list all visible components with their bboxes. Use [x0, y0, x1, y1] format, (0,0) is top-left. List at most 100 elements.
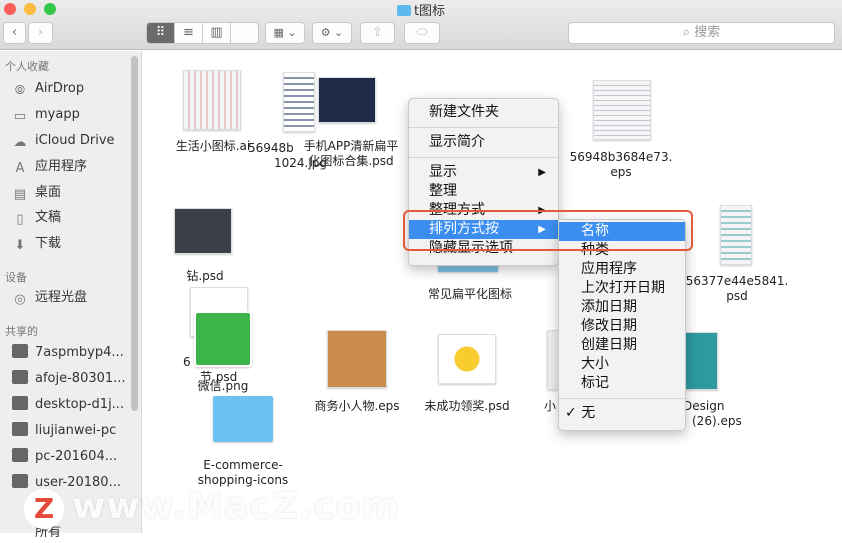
menu-item-new-folder[interactable]: 新建文件夹	[409, 103, 558, 122]
sidebar-item-shared[interactable]: pc-201604...	[12, 447, 117, 467]
menu-separator	[409, 127, 558, 128]
sidebar-item-myapp[interactable]: ▭ myapp	[12, 105, 80, 125]
checkmark-icon: ✓	[565, 405, 577, 421]
file-thumbnail[interactable]	[438, 334, 496, 384]
file-item[interactable]: 微信.png	[185, 379, 261, 394]
coverflow-view-button[interactable]: ▯	[147, 43, 175, 44]
folder-icon[interactable]	[213, 396, 273, 442]
file-item[interactable]: 56377e44e5841. psd	[682, 274, 792, 304]
desktop-icon: ▤	[13, 187, 27, 202]
file-item[interactable]: Design (26).eps	[683, 399, 753, 429]
sort-by-date-last-opened[interactable]: 上次打开日期	[559, 279, 685, 298]
airdrop-icon: ⦾	[14, 83, 26, 98]
annotation-highlight-box	[403, 210, 693, 251]
sidebar-item-label: 文稿	[35, 210, 62, 225]
file-name: 商务小人物.eps	[314, 399, 400, 413]
back-button[interactable]: ‹	[3, 22, 26, 44]
file-name: 生活小图标.ai	[175, 139, 251, 153]
sort-by-date-created[interactable]: 创建日期	[559, 336, 685, 355]
sidebar-item-label: iCloud Drive	[35, 133, 115, 148]
file-item[interactable]: 未成功领奖.psd	[410, 399, 524, 414]
sidebar-item-label: myapp	[35, 107, 80, 122]
column-view-button[interactable]: ▥	[203, 23, 231, 43]
file-name: (26).eps	[692, 414, 742, 428]
menu-separator	[559, 398, 685, 399]
file-name: 钻.psd	[186, 269, 224, 283]
disc-icon: ◎	[14, 292, 26, 307]
share-button[interactable]: ⇧	[360, 22, 395, 44]
favorites-header: 个人收藏	[5, 60, 49, 73]
folder-icon: ▭	[13, 109, 27, 124]
sidebar-item-label: 远程光盘	[35, 290, 88, 305]
search-icon: ⌕	[682, 25, 691, 40]
file-thumbnail[interactable]	[283, 72, 315, 132]
search-placeholder: 搜索	[694, 25, 721, 40]
sort-by-application[interactable]: 应用程序	[559, 260, 685, 279]
sidebar-item-desktop[interactable]: ▤ 桌面	[12, 183, 61, 203]
sort-by-size[interactable]: 大小	[559, 355, 685, 374]
applications-icon: A	[15, 161, 25, 176]
file-item[interactable]: 商务小人物.eps	[300, 399, 414, 414]
sidebar-item-shared[interactable]: afoje-80301...	[12, 369, 126, 389]
sidebar-item-icloud-drive[interactable]: ☁ iCloud Drive	[12, 131, 115, 151]
file-item[interactable]: 56948b3684e73. eps	[565, 150, 677, 180]
file-name: 小	[543, 399, 556, 413]
search-input[interactable]: ⌕ 搜索	[568, 22, 835, 44]
icon-view-button[interactable]: ⠿	[147, 23, 175, 43]
sidebar-item-downloads[interactable]: ⬇ 下载	[12, 234, 61, 254]
menu-label: 无	[581, 405, 596, 421]
action-gear-button[interactable]: ⚙ ⌄	[312, 22, 352, 44]
sidebar-item-shared[interactable]: 7aspmbyp4...	[12, 343, 124, 363]
computer-icon	[12, 448, 28, 462]
watermark: Z www.MacZ.com	[0, 484, 842, 533]
file-name: psd	[726, 289, 748, 303]
file-thumbnail[interactable]	[183, 70, 241, 130]
sidebar-item-remote-disc[interactable]: ◎ 远程光盘	[12, 288, 87, 308]
forward-button[interactable]: ›	[28, 22, 53, 44]
title-bar: t图标 ‹ › ⠿ ≡ ▥ ▯ ▦ ⌄ ⚙ ⌄ ⇧ ⬭ ⌕ 搜索	[0, 0, 842, 50]
sidebar-scrollbar[interactable]	[131, 56, 138, 411]
computer-icon	[12, 422, 28, 436]
file-name: 未成功领奖.psd	[424, 399, 510, 413]
file-item[interactable]: 常见扁平化图标	[410, 287, 530, 302]
file-item[interactable]: 生活小图标.ai	[168, 139, 258, 154]
sort-by-tags[interactable]: 标记	[559, 374, 685, 393]
sidebar-item-applications[interactable]: A 应用程序	[12, 157, 87, 177]
file-thumbnail[interactable]	[593, 80, 651, 140]
file-thumbnail[interactable]	[327, 330, 387, 388]
wechat-thumbnail[interactable]	[194, 311, 252, 367]
tag-button[interactable]: ⬭	[404, 22, 440, 44]
file-thumbnail[interactable]	[683, 332, 718, 390]
sidebar-item-airdrop[interactable]: ⦾ AirDrop	[12, 79, 84, 99]
sidebar-item-shared[interactable]: desktop-d1j...	[12, 395, 124, 415]
list-view-button[interactable]: ≡	[175, 23, 203, 43]
sort-by-date-modified[interactable]: 修改日期	[559, 317, 685, 336]
sidebar-item-label: 应用程序	[35, 159, 88, 174]
file-name: 6	[183, 355, 191, 369]
file-thumbnail[interactable]	[720, 205, 752, 265]
shared-header: 共享的	[5, 325, 38, 338]
menu-item-clean-up[interactable]: 整理	[409, 182, 558, 201]
menu-item-view[interactable]: 显示 ▶	[409, 163, 558, 182]
file-item[interactable]: 小	[543, 399, 557, 414]
cloud-icon: ☁	[13, 135, 27, 150]
file-name: 手机APP清新扁平	[303, 139, 399, 153]
file-thumbnail[interactable]	[318, 77, 376, 123]
file-item[interactable]: 钻.psd	[170, 269, 240, 284]
sidebar-item-label: 桌面	[35, 185, 62, 200]
sidebar-item-label: desktop-d1j...	[35, 397, 125, 412]
menu-label: 显示	[429, 164, 457, 180]
sort-by-date-added[interactable]: 添加日期	[559, 298, 685, 317]
sort-by-none[interactable]: ✓ 无	[559, 404, 685, 423]
watermark-text: www.MacZ.com	[72, 486, 400, 527]
sidebar-item-label: afoje-80301...	[35, 371, 126, 386]
file-item[interactable]: 手机APP清新扁平 化图标合集.psd	[296, 139, 406, 169]
arrange-button[interactable]: ▦ ⌄	[265, 22, 305, 44]
sidebar-item-label: liujianwei-pc	[35, 423, 117, 438]
file-thumbnail[interactable]	[174, 208, 232, 254]
sidebar-item-shared[interactable]: liujianwei-pc	[12, 421, 116, 441]
menu-item-get-info[interactable]: 显示简介	[409, 133, 558, 152]
view-mode-group: ⠿ ≡ ▥ ▯	[146, 22, 259, 44]
sidebar-item-documents[interactable]: ▯ 文稿	[12, 208, 61, 228]
file-name: eps	[610, 165, 632, 179]
